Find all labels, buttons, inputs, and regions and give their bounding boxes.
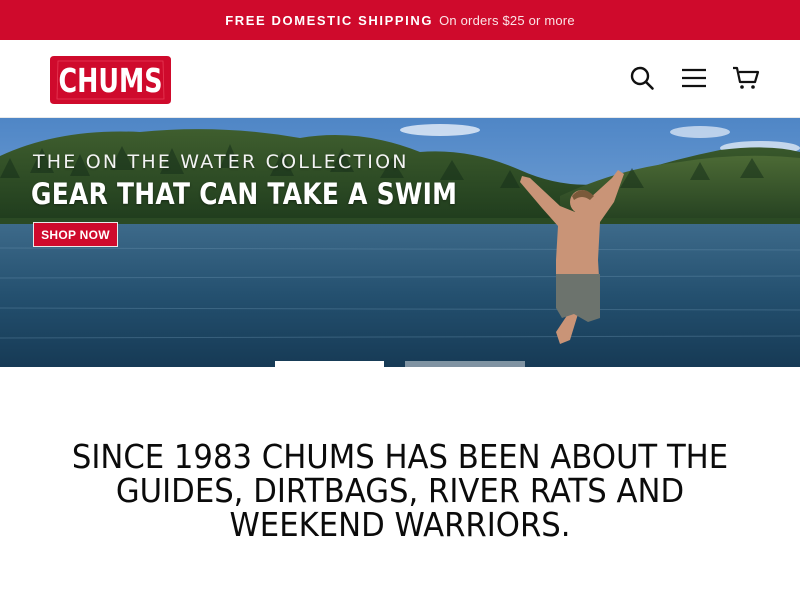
shop-now-button[interactable]: SHOP NOW <box>33 222 118 247</box>
hero-banner[interactable]: THE ON THE WATER COLLECTION GEAR THAT CA… <box>0 118 800 367</box>
slide-indicator-2[interactable] <box>405 361 525 367</box>
announcement-light: On orders $25 or more <box>439 12 575 28</box>
hero-headline: GEAR THAT CAN TAKE A SWIM <box>31 177 458 211</box>
chums-logo[interactable]: CHUMS <box>48 52 173 106</box>
search-icon[interactable] <box>627 63 657 93</box>
cart-icon[interactable] <box>731 63 761 93</box>
hero-eyebrow: THE ON THE WATER COLLECTION <box>33 151 409 173</box>
slide-indicators <box>0 361 800 367</box>
announcement-strong: FREE DOMESTIC SHIPPING <box>225 12 434 28</box>
brand-tagline: SINCE 1983 CHUMS HAS BEEN ABOUT THE GUID… <box>71 437 729 544</box>
logo-text: CHUMS <box>59 61 163 100</box>
menu-icon[interactable] <box>679 63 709 93</box>
announcement-bar: FREE DOMESTIC SHIPPING On orders $25 or … <box>0 0 800 40</box>
slide-indicator-1[interactable] <box>275 361 384 367</box>
site-header: CHUMS <box>0 40 800 118</box>
